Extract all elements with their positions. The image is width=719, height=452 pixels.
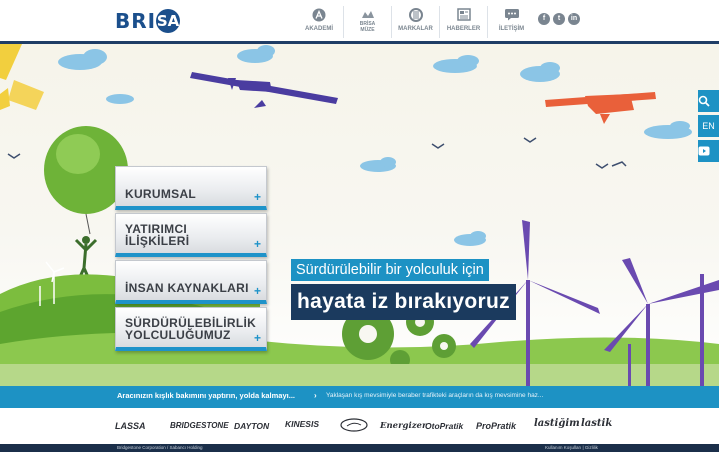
site-footer: Bridgestone Corporation / Sabancı Holdin… <box>0 444 719 452</box>
nav-item-haberler[interactable]: HABERLER <box>439 6 487 38</box>
menu-item-insan-kaynaklari[interactable]: İNSAN KAYNAKLARI + <box>115 260 267 304</box>
main-nav: AKADEMİ BRİSA MÜZE MARKALAR HABERLER İLE… <box>295 6 535 38</box>
facebook-icon[interactable]: f <box>538 13 550 25</box>
nav-item-iletisim[interactable]: İLETİŞİM <box>487 6 535 38</box>
footer-ownership: Bridgestone Corporation / Sabancı Holdin… <box>117 445 203 450</box>
museum-icon <box>360 8 376 21</box>
hero-title: hayata iz bırakıyoruz <box>291 284 516 320</box>
brand-kinesis[interactable]: KINESIS <box>285 419 319 429</box>
brand-lastik[interactable]: lastik <box>581 418 612 429</box>
twitter-icon[interactable]: t <box>553 13 565 25</box>
brand-dayton[interactable]: DAYTON <box>234 421 269 431</box>
plus-icon: + <box>253 237 261 251</box>
language-button[interactable]: EN <box>698 115 719 137</box>
footer-links[interactable]: Kullanım Koşulları | Gizlilik <box>545 445 598 450</box>
brand-bridgestone[interactable]: BRIDGESTONE <box>170 421 229 430</box>
academy-icon <box>311 8 327 21</box>
nav-label-markalar: MARKALAR <box>398 26 433 32</box>
logo-badge: SA <box>156 9 181 33</box>
sun-decoration <box>0 44 44 110</box>
brand-logo-oval[interactable] <box>340 418 368 437</box>
plus-icon: + <box>253 190 261 204</box>
menu-item-surdurulebilirlik[interactable]: SÜRDÜRÜLEBİLİRLİK YOLCULUĞUMUZ + <box>115 307 267 351</box>
menu-item-kurumsal[interactable]: KURUMSAL + <box>115 166 267 210</box>
site-header: BRI SA AKADEMİ BRİSA MÜZE MARKALAR HABER… <box>0 0 719 44</box>
ticker-next-headline[interactable]: Yaklaşan kış mevsimiyle beraber trafikte… <box>326 392 543 399</box>
menu-label: İNSAN KAYNAKLARI <box>125 281 249 295</box>
brand-propratik[interactable]: ProPratik <box>476 421 516 431</box>
social-links: f t in <box>538 13 580 25</box>
news-ticker: Aracınızın kışlık bakımını yaptırın, yol… <box>0 386 719 408</box>
brand-energizer[interactable]: Energizer <box>380 421 426 431</box>
menu-label: SÜRDÜRÜLEBİLİRLİK YOLCULUĞUMUZ <box>125 316 257 342</box>
nav-label-iletisim: İLETİŞİM <box>498 26 525 32</box>
ticker-headline[interactable]: Aracınızın kışlık bakımını yaptırın, yol… <box>117 391 295 400</box>
search-icon <box>698 95 710 107</box>
brand-oval-icon <box>340 418 368 432</box>
nav-item-markalar[interactable]: MARKALAR <box>391 6 439 38</box>
red-plane <box>545 92 656 124</box>
logo-text: BRI <box>115 9 157 33</box>
tire-icon <box>408 7 424 22</box>
menu-label: KURUMSAL <box>125 187 197 201</box>
brand-lassa[interactable]: LASSA <box>115 421 146 431</box>
nav-label-akademi: AKADEMİ <box>305 26 333 32</box>
brand-lastigim[interactable]: lastiğim <box>534 418 580 429</box>
hero-subtitle: Sürdürülebilir bir yolculuk için <box>291 259 489 281</box>
plus-icon: + <box>253 331 261 345</box>
nav-label-muze: BRİSA MÜZE <box>359 21 376 33</box>
youtube-icon <box>698 146 710 156</box>
youtube-button[interactable] <box>698 140 719 162</box>
nav-item-akademi[interactable]: AKADEMİ <box>295 6 343 38</box>
brisa-logo[interactable]: BRI SA <box>115 9 181 33</box>
menu-label: YATIRIMCI İLİŞKİLERİ <box>125 222 190 248</box>
nav-label-haberler: HABERLER <box>446 26 481 32</box>
nav-item-muze[interactable]: BRİSA MÜZE <box>343 6 391 38</box>
newspaper-icon <box>456 8 472 21</box>
brands-bar: LASSA BRIDGESTONE DAYTON KINESIS Energiz… <box>0 408 719 444</box>
plus-icon: + <box>253 284 261 298</box>
chevron-right-icon[interactable]: › <box>314 391 317 400</box>
search-button[interactable] <box>698 90 719 112</box>
brand-otopratik[interactable]: OtoPratik <box>425 421 463 431</box>
purple-plane <box>190 72 338 108</box>
menu-item-yatirimci-iliskileri[interactable]: YATIRIMCI İLİŞKİLERİ + <box>115 213 267 257</box>
hero-banner: KURUMSAL + YATIRIMCI İLİŞKİLERİ + İNSAN … <box>0 44 719 386</box>
contact-icon <box>504 8 520 21</box>
hero-illustration <box>0 44 719 386</box>
linkedin-icon[interactable]: in <box>568 13 580 25</box>
